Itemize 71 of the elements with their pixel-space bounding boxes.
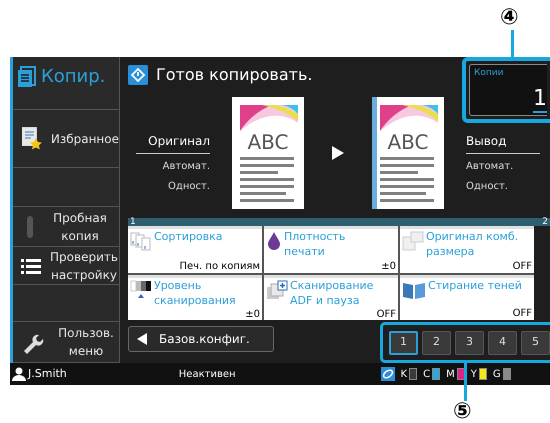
copies-field[interactable]: Копии 1 xyxy=(462,57,550,123)
setting-value: Автомат. xyxy=(466,160,514,174)
callout-number: ⑤ xyxy=(453,400,472,423)
setting-value: Одност. xyxy=(168,180,210,194)
function-tile[interactable]: Стирание теней OFF xyxy=(400,275,534,320)
user-icon xyxy=(12,367,26,381)
copies-value: 1 xyxy=(533,87,547,113)
status-message: Готов копировать. xyxy=(156,64,312,86)
sorted-pages-icon xyxy=(130,231,152,251)
menu-label: Избранное xyxy=(50,130,119,148)
tile-label: Сортировка xyxy=(154,229,224,244)
ink-label: G xyxy=(492,368,501,382)
tile-value: Печ. по копиям xyxy=(179,260,260,273)
menu-label: Проверить настройку xyxy=(49,248,119,284)
section-heading: Вывод xyxy=(466,132,540,154)
back-button[interactable]: Базов.конфиг. xyxy=(128,326,274,352)
callout-line xyxy=(511,30,514,57)
ink-label: M xyxy=(446,368,455,382)
menu-label: Пробная копия xyxy=(52,210,108,244)
tile-value: OFF xyxy=(512,260,532,273)
page-button[interactable]: 1 xyxy=(389,330,418,354)
pages-icon xyxy=(402,231,424,251)
tile-label: Оригинал комб. размера xyxy=(426,229,520,259)
function-tile[interactable]: Плотность печати ±0 xyxy=(264,226,398,273)
open-book-icon xyxy=(402,280,426,300)
user-name: J.Smith xyxy=(28,366,67,382)
ink-label: C xyxy=(423,368,430,382)
list-icon xyxy=(21,258,41,274)
menu-label: Пользов. меню xyxy=(57,325,115,360)
back-arrow-icon xyxy=(137,333,147,345)
ink-label: Y xyxy=(470,368,477,382)
tile-label: Стирание теней xyxy=(428,278,523,293)
tile-value: OFF xyxy=(376,308,396,320)
tile-label: Плотность печати xyxy=(284,229,346,259)
ink-label: K xyxy=(400,368,408,382)
pages-plus-icon xyxy=(266,280,288,300)
document-star-icon xyxy=(21,126,43,152)
page-button[interactable]: 3 xyxy=(455,330,484,354)
sidebar-item[interactable]: Проверить настройку xyxy=(13,247,119,285)
page-button[interactable]: 5 xyxy=(521,330,550,354)
setting-value: Одност. xyxy=(466,180,508,194)
document-preview-drawing: ABC xyxy=(372,97,444,209)
mode-label: Копир. xyxy=(41,65,106,89)
tile-label: Уровень сканирования xyxy=(154,278,237,308)
page-marker: 1 xyxy=(130,218,136,226)
tile-label: Сканирование ADF и пауза xyxy=(290,278,374,308)
document-stack-icon xyxy=(17,66,37,88)
sidebar-item[interactable]: Избранное xyxy=(13,110,119,168)
tile-value: ±0 xyxy=(381,260,396,273)
page-button[interactable]: 2 xyxy=(422,330,451,354)
sidebar-item[interactable]: Копир. xyxy=(13,57,119,110)
function-tile[interactable]: Сканирование ADF и пауза OFF xyxy=(264,275,398,320)
document-preview-drawing: ABC xyxy=(232,97,304,209)
page-button[interactable]: 4 xyxy=(488,330,517,354)
start-icon xyxy=(128,65,148,85)
tile-value: ±0 xyxy=(245,308,260,320)
setting-value: Автомат. xyxy=(162,160,210,174)
callout-number: ④ xyxy=(500,6,519,30)
copies-label: Копии xyxy=(474,67,504,80)
drop-icon xyxy=(266,231,282,251)
function-tile[interactable]: Сортировка Печ. по копиям xyxy=(128,226,262,273)
tile-value: OFF xyxy=(512,307,532,320)
gradient-scale-icon xyxy=(130,280,152,300)
page-marker: 2 xyxy=(542,218,548,226)
ink-cartridge-icon xyxy=(380,367,395,381)
sidebar-item[interactable]: Пробная копия xyxy=(13,207,119,247)
function-tile[interactable]: Оригинал комб. размера OFF xyxy=(400,226,534,273)
function-tile[interactable]: Уровень сканирования ±0 xyxy=(128,275,262,320)
machine-state: Неактивен xyxy=(178,368,236,382)
arrow-right-icon xyxy=(332,146,344,160)
section-heading: Оригинал xyxy=(136,132,210,154)
